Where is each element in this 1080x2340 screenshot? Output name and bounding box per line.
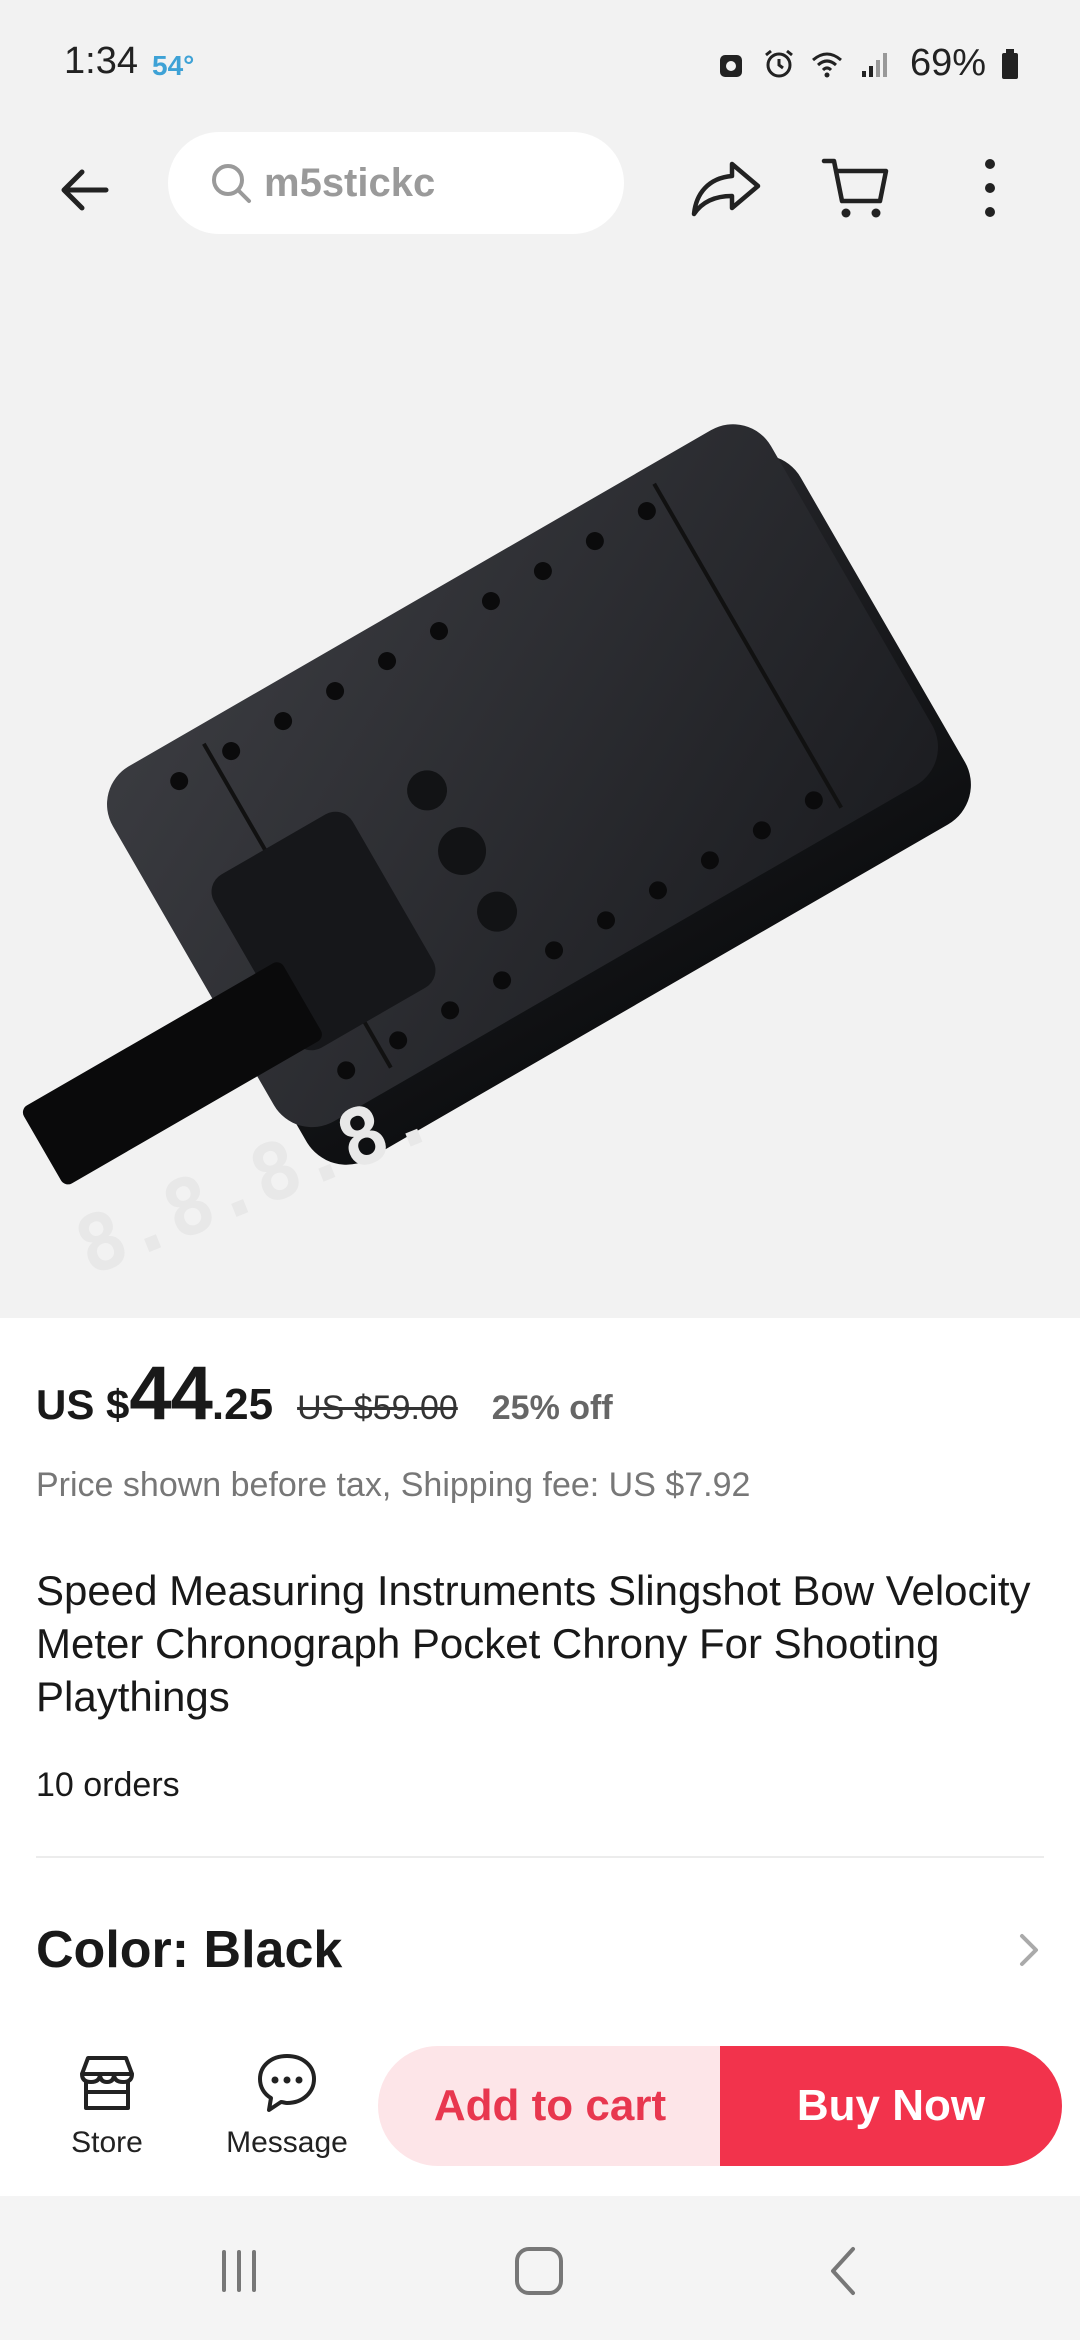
system-back-button[interactable] xyxy=(798,2238,888,2304)
orders-count: 10 orders xyxy=(36,1766,180,1804)
battery-icon xyxy=(1002,48,1018,79)
store-label: Store xyxy=(71,2126,143,2159)
more-vertical-icon xyxy=(985,159,995,217)
system-navigation-bar xyxy=(0,2196,1080,2340)
status-icons: 69% xyxy=(714,42,1020,85)
product-title: Speed Measuring Instruments Slingshot Bo… xyxy=(36,1567,1031,1720)
product-image[interactable]: 8.8.8.8. xyxy=(0,266,1080,1318)
message-label: Message xyxy=(226,2126,348,2159)
message-icon xyxy=(258,2054,316,2112)
message-button[interactable]: Message xyxy=(212,2050,362,2160)
divider xyxy=(36,1856,1044,1858)
bottom-action-bar: Store Message Add to cart Buy Now xyxy=(0,2020,1080,2196)
status-bar: 1:34 54° 69% xyxy=(0,0,1080,128)
lock-badge-icon xyxy=(719,54,742,77)
search-input[interactable]: m5stickc xyxy=(168,132,624,234)
home-button[interactable] xyxy=(494,2238,584,2304)
store-button[interactable]: Store xyxy=(32,2050,182,2160)
price-row: US $ 44 .25 US $59.00 25% off xyxy=(36,1350,613,1437)
home-icon xyxy=(515,2247,563,2295)
cart-icon xyxy=(821,158,889,218)
chevron-right-icon xyxy=(1020,1934,1038,1966)
share-button[interactable] xyxy=(686,148,766,228)
alarm-icon xyxy=(765,49,793,77)
tax-shipping-note: Price shown before tax, Shipping fee: US… xyxy=(36,1466,751,1504)
status-time: 1:34 xyxy=(64,40,138,82)
price-decimal: .25 xyxy=(211,1380,274,1429)
discount-badge: 25% off xyxy=(491,1389,613,1427)
back-button[interactable] xyxy=(48,154,120,226)
wifi-icon xyxy=(811,52,842,77)
recent-apps-button[interactable] xyxy=(194,2238,284,2304)
top-navigation: m5stickc xyxy=(0,128,1080,266)
search-query: m5stickc xyxy=(264,160,436,205)
chevron-left-icon xyxy=(831,2247,855,2295)
buy-now-button[interactable]: Buy Now xyxy=(720,2046,1062,2166)
store-icon xyxy=(80,2056,134,2110)
signal-icon xyxy=(861,52,887,77)
more-options-button[interactable] xyxy=(950,148,1030,228)
price-integer: 44 xyxy=(129,1351,213,1436)
color-label: Color: Black xyxy=(36,1921,343,1979)
chronograph-device-image: 8.8.8.8. xyxy=(22,424,971,1294)
color-selector[interactable]: Color: Black xyxy=(36,1910,1044,1990)
battery-percent: 69% xyxy=(909,42,986,84)
search-icon xyxy=(212,164,251,203)
add-to-cart-button[interactable]: Add to cart xyxy=(378,2046,722,2166)
arrow-left-icon xyxy=(61,169,109,211)
status-temperature: 54° xyxy=(152,50,195,81)
original-price: US $59.00 xyxy=(297,1389,458,1427)
cart-button[interactable] xyxy=(816,148,896,228)
price-currency: US $ xyxy=(36,1381,130,1428)
share-icon xyxy=(691,161,761,217)
recent-apps-icon xyxy=(222,2250,256,2292)
